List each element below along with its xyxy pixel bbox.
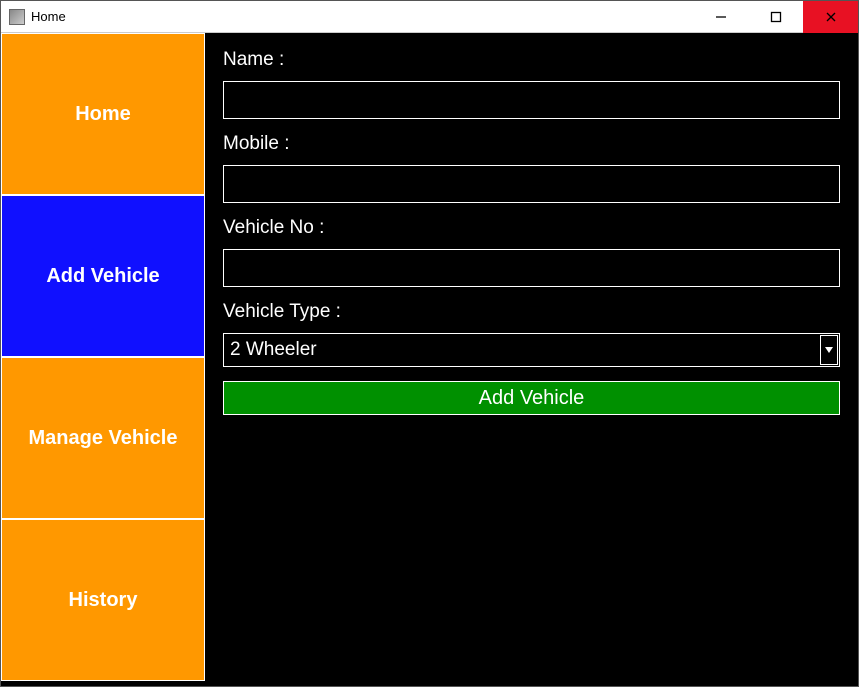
maximize-icon [770,11,782,23]
sidebar-item-home[interactable]: Home [1,33,205,195]
mobile-input[interactable] [223,165,840,203]
vehicleno-input[interactable] [223,249,840,287]
name-input[interactable] [223,81,840,119]
window-title: Home [31,9,693,24]
name-label: Name : [223,49,840,71]
form-panel: Name : Mobile : Vehicle No : Vehicle Typ… [205,33,858,686]
window-controls [693,1,858,32]
vehicletype-select[interactable]: 2 Wheeler [223,333,840,367]
sidebar-item-history[interactable]: History [1,519,205,681]
titlebar: Home [1,1,858,33]
chevron-down-icon [820,335,838,365]
sidebar: Home Add Vehicle Manage Vehicle History [1,33,205,686]
minimize-button[interactable] [693,1,748,33]
client-area: Home Add Vehicle Manage Vehicle History … [1,33,858,686]
add-vehicle-button[interactable]: Add Vehicle [223,381,840,415]
mobile-label: Mobile : [223,133,840,155]
minimize-icon [715,11,727,23]
close-button[interactable] [803,1,858,33]
vehicletype-label: Vehicle Type : [223,301,840,323]
vehicletype-value: 2 Wheeler [224,337,819,363]
app-window: Home Home Add Vehicle Manage Vehicle His… [0,0,859,687]
sidebar-item-manage-vehicle[interactable]: Manage Vehicle [1,357,205,519]
vehicleno-label: Vehicle No : [223,217,840,239]
close-icon [825,11,837,23]
sidebar-item-add-vehicle[interactable]: Add Vehicle [1,195,205,357]
maximize-button[interactable] [748,1,803,33]
app-icon [9,9,25,25]
